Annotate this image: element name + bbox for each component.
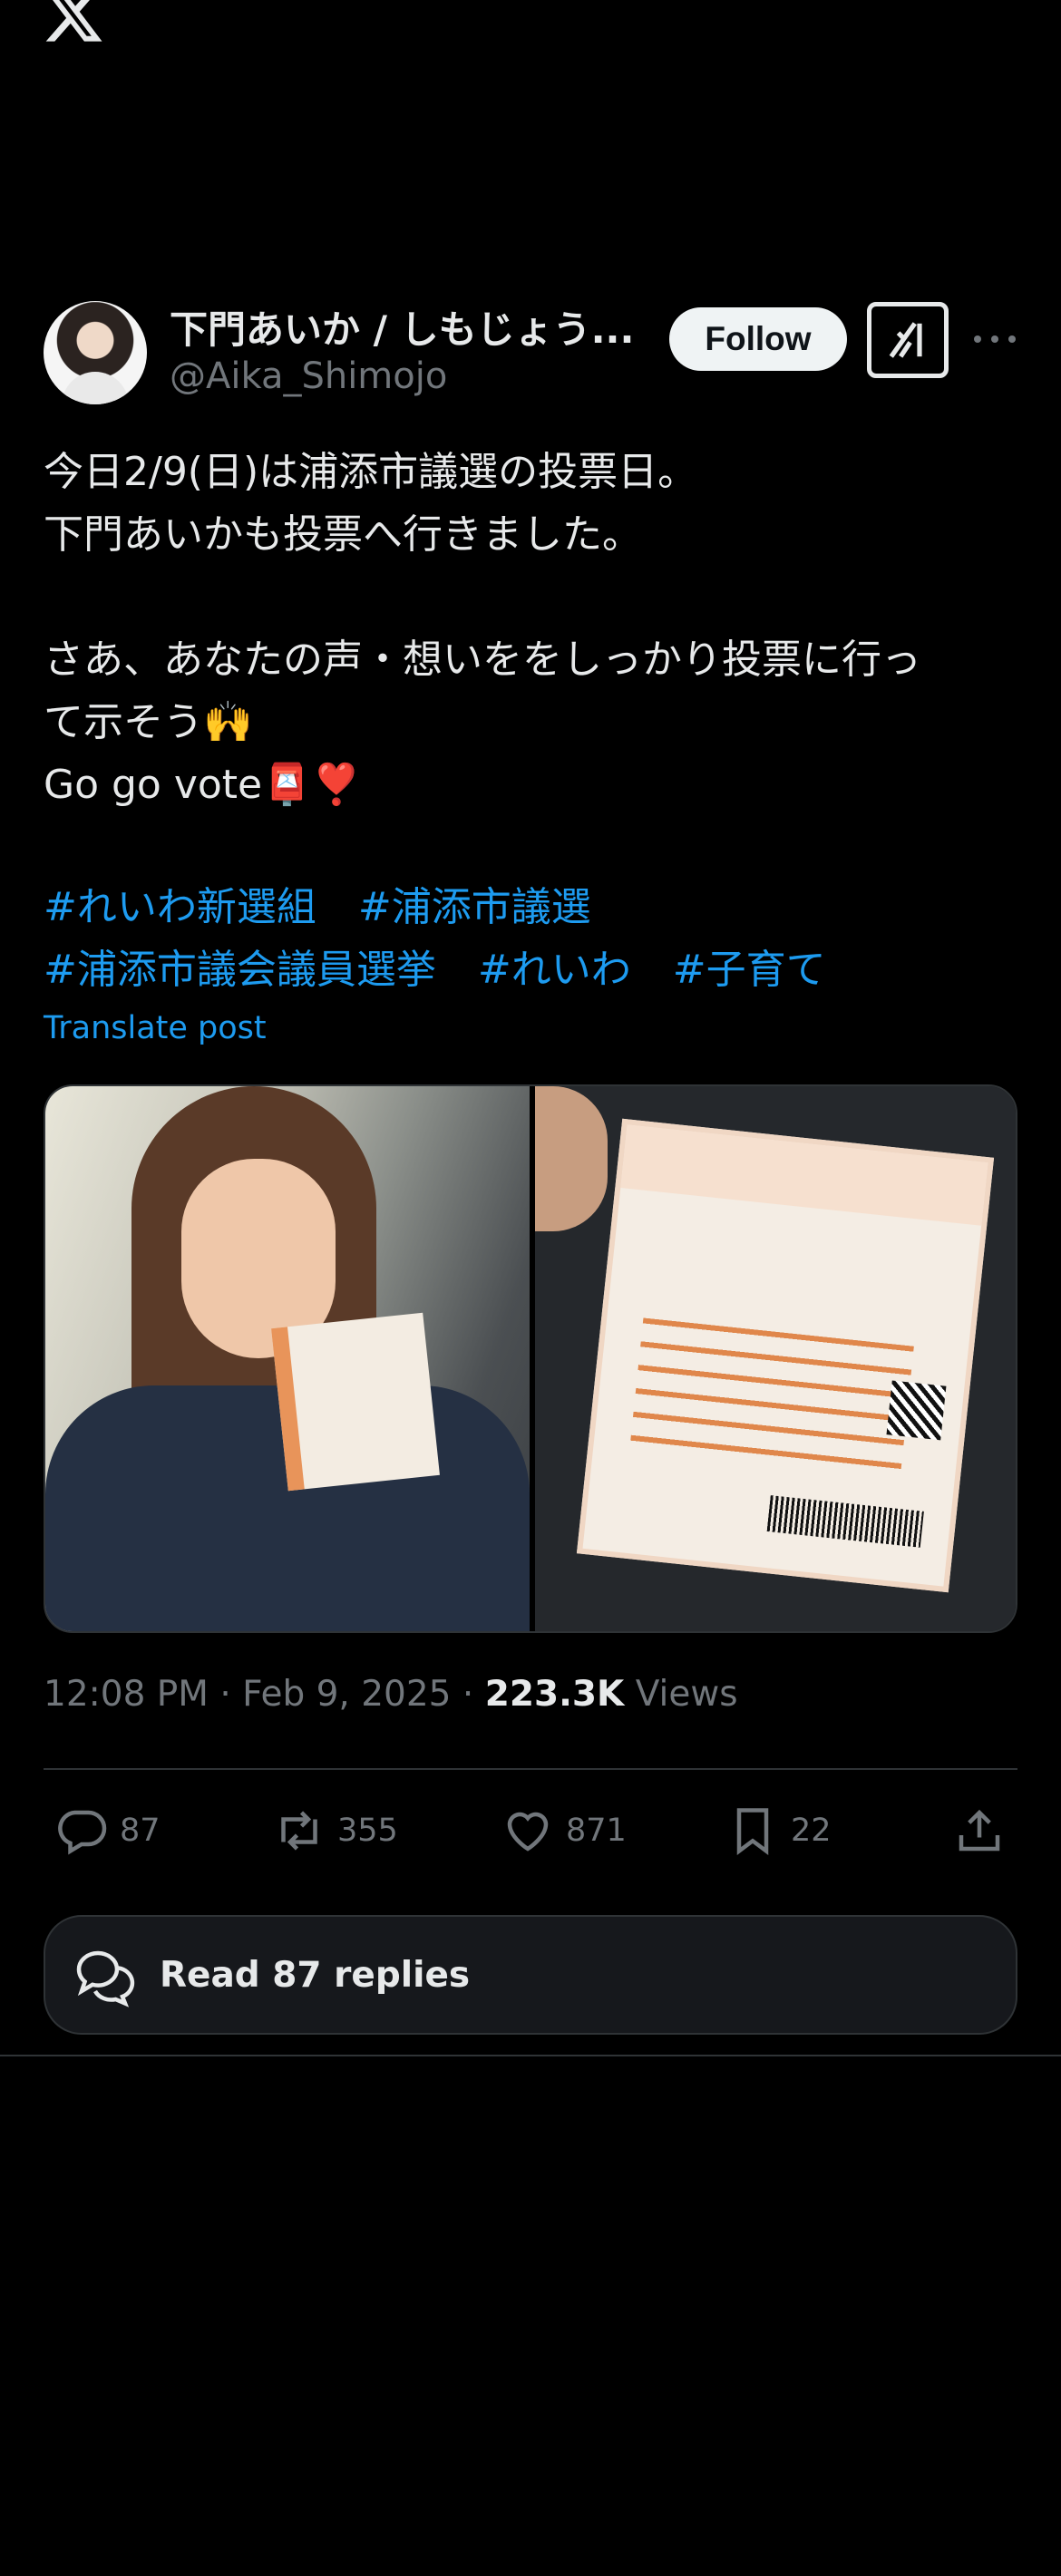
bookmark-count: 22 [791,1813,832,1849]
views-count: 223.3K [484,1674,625,1715]
post-date[interactable]: Feb 9, 2025 [242,1674,451,1715]
read-replies-button[interactable]: Read 87 replies [44,1915,1017,2035]
chat-bubbles-icon [76,1950,135,2007]
read-replies-label: Read 87 replies [160,1954,471,1996]
more-icon[interactable] [974,321,1016,357]
tweet-line: て示そう🙌 [44,699,253,745]
hashtag-link[interactable]: #浦添市議選 [358,884,591,930]
reply-icon [58,1810,107,1855]
author-name[interactable]: 下門あいか / しもじょう... [170,299,634,355]
tweet-line: 下門あいかも投票へ行きました。 [44,511,642,558]
repost-count: 355 [337,1813,398,1849]
repost-button[interactable]: 355 [272,1800,398,1862]
photo-ballot-card[interactable] [535,1086,1016,1631]
views-label: Views [635,1674,738,1715]
bookmark-icon [736,1808,769,1855]
tweet-meta: 12:08 PM · Feb 9, 2025 · 223.3K Views [44,1674,738,1715]
hashtag-link[interactable]: #れいわ [478,947,631,993]
tweet-line: 今日2/9(日)は浦添市議選の投票日。 [44,449,698,495]
reply-button[interactable]: 87 [54,1800,161,1862]
like-count: 871 [566,1813,627,1849]
x-logo-icon[interactable] [42,0,105,42]
photo-woman-with-ballot[interactable] [45,1086,530,1631]
hashtags: #れいわ新選組 #浦添市議選 #浦添市議会議員選挙 #れいわ #子育て [44,876,868,1001]
tweet-line: さあ、あなたの声・想いををしっかり投票に行っ [44,637,921,683]
tweet-line: Go go vote📮❣️ [44,762,362,808]
avatar[interactable] [44,301,147,404]
meta-separator: · [451,1674,485,1715]
grok-icon[interactable] [867,302,949,378]
share-icon [959,1809,1000,1852]
tweet-line [44,566,1023,628]
like-icon [507,1812,549,1852]
post-time[interactable]: 12:08 PM [44,1674,209,1715]
divider [44,1768,1017,1770]
bookmark-button[interactable]: 22 [725,1800,832,1862]
hashtag-link[interactable]: #浦添市議会議員選挙 [44,947,436,993]
repost-icon [281,1811,317,1851]
like-button[interactable]: 871 [501,1800,627,1862]
meta-separator: · [208,1674,243,1715]
hashtag-link[interactable]: #子育て [673,947,826,993]
media-gallery [44,1084,1017,1633]
divider [0,2055,1061,2056]
action-bar: 87 355 871 22 [54,1800,1008,1862]
share-button[interactable] [952,1800,1007,1862]
follow-button[interactable]: Follow [669,307,847,371]
author-handle[interactable]: @Aika_Shimojo [170,355,447,397]
tweet-text: 今日2/9(日)は浦添市議選の投票日。 下門あいかも投票へ行きました。 さあ、あ… [44,441,1023,816]
hashtag-link[interactable]: #れいわ新選組 [44,884,316,930]
translate-post-link[interactable]: Translate post [44,1010,267,1046]
reply-count: 87 [120,1813,161,1849]
